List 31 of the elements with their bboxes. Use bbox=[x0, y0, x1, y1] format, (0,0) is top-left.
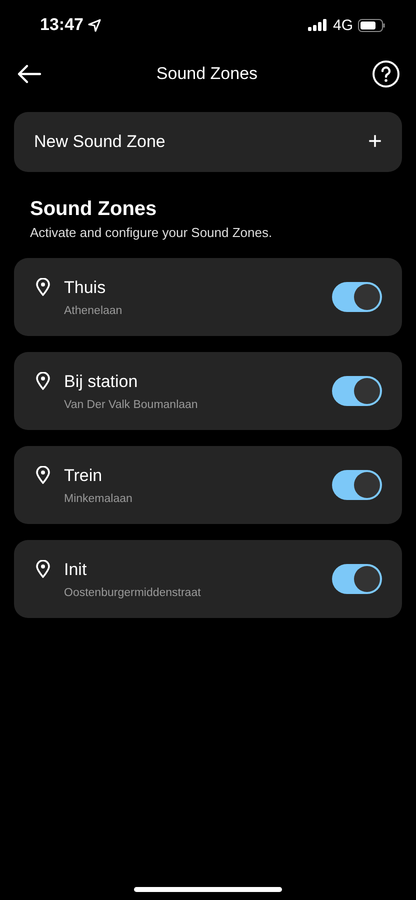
zone-name: Trein bbox=[64, 466, 104, 486]
sound-zone-card[interactable]: Thuis Athenelaan bbox=[14, 258, 402, 336]
sound-zone-card[interactable]: Bij station Van Der Valk Boumanlaan bbox=[14, 352, 402, 430]
network-label: 4G bbox=[332, 16, 353, 34]
map-pin-icon bbox=[36, 560, 50, 578]
zone-name: Init bbox=[64, 560, 88, 580]
zone-address: Minkemalaan bbox=[64, 492, 134, 504]
zone-address: Athenelaan bbox=[64, 304, 124, 316]
sound-zone-card[interactable]: Trein Minkemalaan bbox=[14, 446, 402, 524]
zone-name: Thuis bbox=[64, 278, 107, 298]
section-title: Sound Zones bbox=[30, 198, 158, 221]
zone-toggle[interactable] bbox=[332, 376, 382, 406]
battery-icon bbox=[358, 18, 386, 32]
signal-icon bbox=[308, 19, 328, 31]
zone-toggle[interactable] bbox=[332, 282, 382, 312]
location-arrow-icon bbox=[88, 18, 102, 32]
zone-address: Oostenburgermiddenstraat bbox=[64, 586, 202, 598]
zone-name: Bij station bbox=[64, 372, 139, 392]
section-subtitle: Activate and configure your Sound Zones. bbox=[30, 225, 274, 240]
help-icon[interactable] bbox=[372, 60, 400, 88]
zone-address: Van Der Valk Boumanlaan bbox=[64, 398, 199, 410]
page-title: Sound Zones bbox=[156, 64, 258, 84]
zone-toggle[interactable] bbox=[332, 564, 382, 594]
zone-toggle[interactable] bbox=[332, 470, 382, 500]
map-pin-icon bbox=[36, 372, 50, 390]
status-time: 13:47 bbox=[40, 15, 84, 35]
new-sound-zone-button[interactable]: New Sound Zone + bbox=[14, 112, 402, 172]
map-pin-icon bbox=[36, 278, 50, 296]
map-pin-icon bbox=[36, 466, 50, 484]
back-button[interactable] bbox=[16, 64, 42, 84]
sound-zone-card[interactable]: Init Oostenburgermiddenstraat bbox=[14, 540, 402, 618]
